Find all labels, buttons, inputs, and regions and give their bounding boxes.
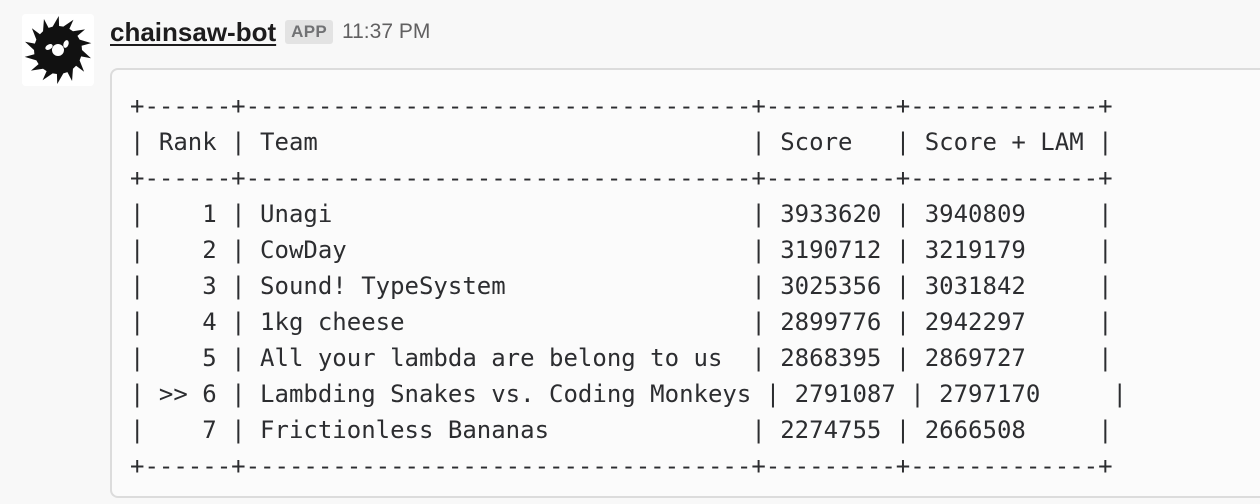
app-badge: APP	[285, 20, 333, 44]
username-link[interactable]: chainsaw-bot	[110, 17, 276, 48]
table-border-line: +------+--------------------------------…	[130, 164, 1113, 192]
table-border-line: +------+--------------------------------…	[130, 92, 1113, 120]
avatar[interactable]	[22, 14, 94, 86]
chat-message: chainsaw-bot APP 11:37 PM +------+------…	[0, 0, 1260, 504]
saw-blade-icon	[22, 14, 94, 86]
table-row-highlighted: | >> 6 | Lambding Snakes vs. Coding Monk…	[130, 380, 1127, 408]
code-block: +------+--------------------------------…	[110, 68, 1260, 498]
table-row: | 4 | 1kg cheese | 2899776 | 2942297 |	[130, 308, 1113, 336]
message-header: chainsaw-bot APP 11:37 PM	[110, 12, 430, 52]
table-row: | 2 | CowDay | 3190712 | 3219179 |	[130, 236, 1113, 264]
timestamp-link[interactable]: 11:37 PM	[342, 20, 430, 44]
table-row: | 5 | All your lambda are belong to us |…	[130, 344, 1113, 372]
table-header-line: | Rank | Team | Score | Score + LAM |	[130, 128, 1113, 156]
table-row: | 1 | Unagi | 3933620 | 3940809 |	[130, 200, 1113, 228]
leaderboard-table-text: +------+--------------------------------…	[130, 88, 1127, 484]
table-border-line: +------+--------------------------------…	[130, 452, 1113, 480]
table-row: | 7 | Frictionless Bananas | 2274755 | 2…	[130, 416, 1113, 444]
table-row: | 3 | Sound! TypeSystem | 3025356 | 3031…	[130, 272, 1113, 300]
